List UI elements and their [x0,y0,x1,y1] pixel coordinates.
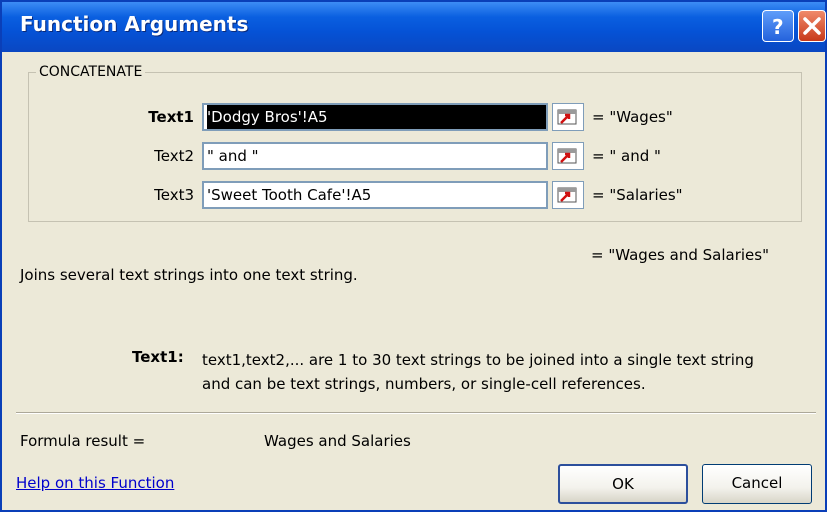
text3-input[interactable]: 'Sweet Tooth Cafe'!A5 [202,181,548,209]
ok-button-label: OK [612,475,634,493]
text1-collapse-button[interactable] [552,103,584,131]
help-on-function-link[interactable]: Help on this Function [16,474,174,492]
text1-value: 'Dodgy Bros'!A5 [207,105,546,129]
text3-label: Text3 [154,186,194,204]
text3-collapse-button[interactable] [552,181,584,209]
argument-help-label: Text1: [132,348,184,366]
help-button[interactable]: ? [762,10,794,42]
overall-result: = "Wages and Salaries" [591,246,769,264]
text2-input[interactable]: " and " [202,142,548,170]
text1-result: = "Wages" [592,108,673,126]
close-button[interactable] [798,10,826,42]
text1-label: Text1 [148,108,194,126]
window-title: Function Arguments [20,12,249,36]
ok-button[interactable]: OK [558,464,688,504]
formula-result-label: Formula result = [20,432,146,450]
cancel-button-label: Cancel [731,474,783,492]
collapse-dialog-icon [557,109,577,125]
argument-help-text: text1,text2,... are 1 to 30 text strings… [202,351,754,393]
divider [16,412,816,414]
function-arguments-dialog: Function Arguments ? CONCATENATE Text1 '… [0,0,827,512]
function-description: Joins several text strings into one text… [20,266,358,284]
text2-label: Text2 [154,147,194,165]
cancel-button[interactable]: Cancel [702,464,812,504]
help-icon: ? [772,15,784,39]
formula-result-value: Wages and Salaries [264,432,411,450]
text2-result: = " and " [592,147,661,165]
text3-result: = "Salaries" [592,186,683,204]
collapse-dialog-icon [557,148,577,164]
close-icon [803,17,821,35]
title-bar[interactable]: Function Arguments ? [2,2,826,52]
svg-text:?: ? [772,15,784,39]
function-name: CONCATENATE [36,64,146,80]
collapse-dialog-icon [557,187,577,203]
text2-collapse-button[interactable] [552,142,584,170]
text1-input[interactable]: 'Dodgy Bros'!A5 [202,103,548,131]
